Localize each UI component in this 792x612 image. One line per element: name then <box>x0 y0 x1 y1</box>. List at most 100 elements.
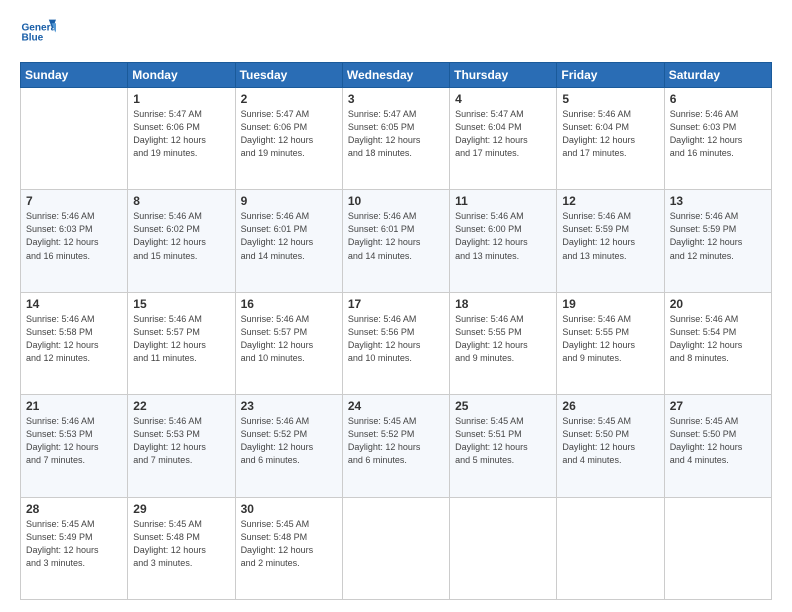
day-info: Sunrise: 5:46 AM Sunset: 5:54 PM Dayligh… <box>670 313 766 365</box>
day-info: Sunrise: 5:46 AM Sunset: 5:53 PM Dayligh… <box>26 415 122 467</box>
calendar-cell: 24 Sunrise: 5:45 AM Sunset: 5:52 PM Dayli… <box>342 395 449 497</box>
day-info: Sunrise: 5:45 AM Sunset: 5:52 PM Dayligh… <box>348 415 444 467</box>
day-number: 26 <box>562 399 658 413</box>
day-number: 11 <box>455 194 551 208</box>
day-info: Sunrise: 5:47 AM Sunset: 6:06 PM Dayligh… <box>241 108 337 160</box>
calendar-cell: 29 Sunrise: 5:45 AM Sunset: 5:48 PM Dayli… <box>128 497 235 599</box>
weekday-sunday: Sunday <box>21 63 128 88</box>
calendar-cell: 14 Sunrise: 5:46 AM Sunset: 5:58 PM Dayli… <box>21 292 128 394</box>
day-info: Sunrise: 5:46 AM Sunset: 5:52 PM Dayligh… <box>241 415 337 467</box>
day-number: 24 <box>348 399 444 413</box>
day-info: Sunrise: 5:46 AM Sunset: 5:53 PM Dayligh… <box>133 415 229 467</box>
calendar-cell: 21 Sunrise: 5:46 AM Sunset: 5:53 PM Dayli… <box>21 395 128 497</box>
day-info: Sunrise: 5:46 AM Sunset: 5:57 PM Dayligh… <box>133 313 229 365</box>
calendar-cell: 1 Sunrise: 5:47 AM Sunset: 6:06 PM Daylig… <box>128 88 235 190</box>
logo: General Blue <box>20 16 56 52</box>
day-number: 6 <box>670 92 766 106</box>
day-number: 13 <box>670 194 766 208</box>
day-info: Sunrise: 5:47 AM Sunset: 6:04 PM Dayligh… <box>455 108 551 160</box>
day-info: Sunrise: 5:46 AM Sunset: 6:01 PM Dayligh… <box>348 210 444 262</box>
weekday-header-row: SundayMondayTuesdayWednesdayThursdayFrid… <box>21 63 772 88</box>
calendar-cell: 9 Sunrise: 5:46 AM Sunset: 6:01 PM Daylig… <box>235 190 342 292</box>
day-number: 19 <box>562 297 658 311</box>
calendar-cell: 6 Sunrise: 5:46 AM Sunset: 6:03 PM Daylig… <box>664 88 771 190</box>
day-number: 18 <box>455 297 551 311</box>
day-number: 25 <box>455 399 551 413</box>
calendar-cell <box>21 88 128 190</box>
page: General Blue SundayMondayTuesdayWednesda… <box>0 0 792 612</box>
calendar-cell: 13 Sunrise: 5:46 AM Sunset: 5:59 PM Dayli… <box>664 190 771 292</box>
week-row-2: 7 Sunrise: 5:46 AM Sunset: 6:03 PM Daylig… <box>21 190 772 292</box>
day-info: Sunrise: 5:46 AM Sunset: 5:59 PM Dayligh… <box>670 210 766 262</box>
day-info: Sunrise: 5:45 AM Sunset: 5:48 PM Dayligh… <box>133 518 229 570</box>
calendar-cell: 4 Sunrise: 5:47 AM Sunset: 6:04 PM Daylig… <box>450 88 557 190</box>
calendar-cell: 11 Sunrise: 5:46 AM Sunset: 6:00 PM Dayli… <box>450 190 557 292</box>
calendar-cell: 27 Sunrise: 5:45 AM Sunset: 5:50 PM Dayli… <box>664 395 771 497</box>
day-info: Sunrise: 5:45 AM Sunset: 5:51 PM Dayligh… <box>455 415 551 467</box>
day-info: Sunrise: 5:46 AM Sunset: 6:03 PM Dayligh… <box>670 108 766 160</box>
day-number: 12 <box>562 194 658 208</box>
calendar-cell: 25 Sunrise: 5:45 AM Sunset: 5:51 PM Dayli… <box>450 395 557 497</box>
weekday-monday: Monday <box>128 63 235 88</box>
calendar-cell: 5Sunrise: 5:46 AM Sunset: 6:04 PM Daylig… <box>557 88 664 190</box>
week-row-4: 21 Sunrise: 5:46 AM Sunset: 5:53 PM Dayli… <box>21 395 772 497</box>
day-number: 5 <box>562 92 658 106</box>
calendar-cell: 26 Sunrise: 5:45 AM Sunset: 5:50 PM Dayli… <box>557 395 664 497</box>
day-info: Sunrise: 5:46 AM Sunset: 6:01 PM Dayligh… <box>241 210 337 262</box>
weekday-tuesday: Tuesday <box>235 63 342 88</box>
day-info: Sunrise: 5:46 AM Sunset: 5:59 PM Dayligh… <box>562 210 658 262</box>
logo-svg: General Blue <box>20 16 56 52</box>
calendar-cell: 12 Sunrise: 5:46 AM Sunset: 5:59 PM Dayli… <box>557 190 664 292</box>
calendar-table: SundayMondayTuesdayWednesdayThursdayFrid… <box>20 62 772 600</box>
day-info: Sunrise: 5:46 AM Sunset: 5:57 PM Dayligh… <box>241 313 337 365</box>
weekday-saturday: Saturday <box>664 63 771 88</box>
day-info: Sunrise: 5:46 AM Sunset: 5:58 PM Dayligh… <box>26 313 122 365</box>
calendar-cell: 30 Sunrise: 5:45 AM Sunset: 5:48 PM Dayli… <box>235 497 342 599</box>
day-number: 2 <box>241 92 337 106</box>
calendar-cell: 23 Sunrise: 5:46 AM Sunset: 5:52 PM Dayli… <box>235 395 342 497</box>
calendar-cell <box>557 497 664 599</box>
header: General Blue <box>20 16 772 52</box>
week-row-3: 14 Sunrise: 5:46 AM Sunset: 5:58 PM Dayli… <box>21 292 772 394</box>
day-number: 21 <box>26 399 122 413</box>
calendar-cell: 17 Sunrise: 5:46 AM Sunset: 5:56 PM Dayli… <box>342 292 449 394</box>
day-number: 9 <box>241 194 337 208</box>
day-number: 30 <box>241 502 337 516</box>
calendar-cell: 16Sunrise: 5:46 AM Sunset: 5:57 PM Dayli… <box>235 292 342 394</box>
day-number: 17 <box>348 297 444 311</box>
calendar-cell: 18 Sunrise: 5:46 AM Sunset: 5:55 PM Dayli… <box>450 292 557 394</box>
day-info: Sunrise: 5:45 AM Sunset: 5:50 PM Dayligh… <box>670 415 766 467</box>
day-number: 3 <box>348 92 444 106</box>
week-row-5: 28Sunrise: 5:45 AM Sunset: 5:49 PM Dayli… <box>21 497 772 599</box>
calendar-cell: 10 Sunrise: 5:46 AM Sunset: 6:01 PM Dayli… <box>342 190 449 292</box>
day-number: 10 <box>348 194 444 208</box>
svg-text:Blue: Blue <box>21 32 43 43</box>
day-number: 28 <box>26 502 122 516</box>
day-info: Sunrise: 5:45 AM Sunset: 5:48 PM Dayligh… <box>241 518 337 570</box>
day-number: 14 <box>26 297 122 311</box>
calendar-cell: 28Sunrise: 5:45 AM Sunset: 5:49 PM Dayli… <box>21 497 128 599</box>
day-info: Sunrise: 5:47 AM Sunset: 6:06 PM Dayligh… <box>133 108 229 160</box>
day-info: Sunrise: 5:46 AM Sunset: 5:55 PM Dayligh… <box>562 313 658 365</box>
calendar-cell: 7 Sunrise: 5:46 AM Sunset: 6:03 PM Daylig… <box>21 190 128 292</box>
calendar-cell: 19 Sunrise: 5:46 AM Sunset: 5:55 PM Dayli… <box>557 292 664 394</box>
day-number: 1 <box>133 92 229 106</box>
day-info: Sunrise: 5:46 AM Sunset: 5:56 PM Dayligh… <box>348 313 444 365</box>
day-info: Sunrise: 5:46 AM Sunset: 6:03 PM Dayligh… <box>26 210 122 262</box>
day-info: Sunrise: 5:46 AM Sunset: 5:55 PM Dayligh… <box>455 313 551 365</box>
day-number: 4 <box>455 92 551 106</box>
day-number: 8 <box>133 194 229 208</box>
day-info: Sunrise: 5:46 AM Sunset: 6:02 PM Dayligh… <box>133 210 229 262</box>
day-number: 15 <box>133 297 229 311</box>
day-number: 29 <box>133 502 229 516</box>
day-number: 23 <box>241 399 337 413</box>
calendar-cell: 15 Sunrise: 5:46 AM Sunset: 5:57 PM Dayli… <box>128 292 235 394</box>
day-info: Sunrise: 5:46 AM Sunset: 6:00 PM Dayligh… <box>455 210 551 262</box>
day-number: 27 <box>670 399 766 413</box>
calendar-cell <box>450 497 557 599</box>
calendar-cell: 8 Sunrise: 5:46 AM Sunset: 6:02 PM Daylig… <box>128 190 235 292</box>
weekday-thursday: Thursday <box>450 63 557 88</box>
day-number: 7 <box>26 194 122 208</box>
day-number: 20 <box>670 297 766 311</box>
day-info: Sunrise: 5:45 AM Sunset: 5:50 PM Dayligh… <box>562 415 658 467</box>
